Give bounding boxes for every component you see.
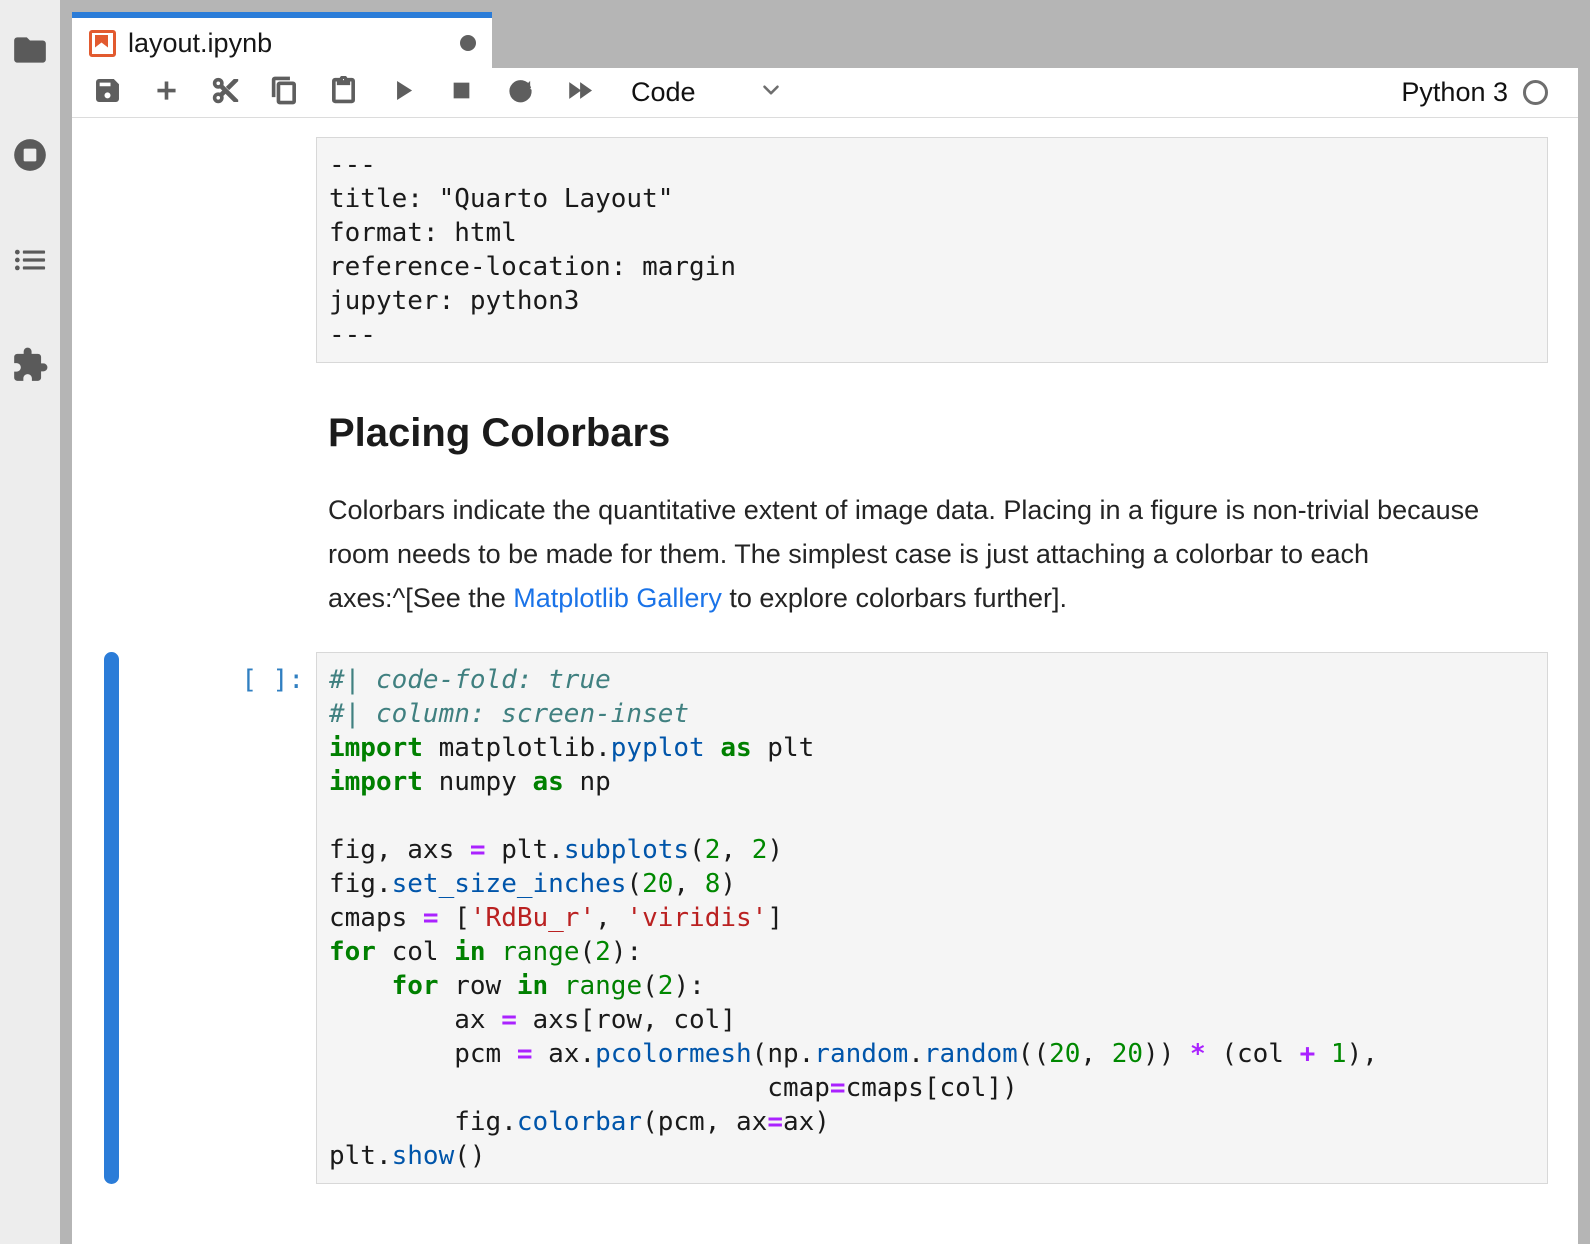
- cell-type-value: Code: [631, 77, 696, 108]
- notebook-toolbar: Code Python 3: [72, 68, 1578, 118]
- jupyterlab-window: layout.ipynb: [0, 0, 1590, 1244]
- code-cell-editor[interactable]: #| code-fold: true#| column: screen-inse…: [316, 652, 1548, 1184]
- markdown-paragraph: Colorbars indicate the quantitative exte…: [328, 488, 1536, 620]
- stop-icon: [447, 76, 476, 110]
- raw-cell-prompt: [119, 137, 316, 363]
- restart-kernel-button[interactable]: [491, 71, 550, 115]
- kernel-name[interactable]: Python 3: [1401, 77, 1508, 108]
- kernel-status-icon[interactable]: [1523, 80, 1548, 105]
- code-cell: [ ]: #| code-fold: true#| column: screen…: [104, 652, 1548, 1184]
- document-tabbar: layout.ipynb: [72, 12, 1578, 68]
- raw-cell-collapser[interactable]: [104, 137, 119, 363]
- markdown-cell-prompt: [119, 411, 316, 620]
- running-sessions-icon: [11, 136, 49, 179]
- fast-forward-icon: [565, 76, 594, 110]
- run-cell-button[interactable]: [373, 71, 432, 115]
- main-panel: layout.ipynb: [72, 0, 1578, 1244]
- markdown-cell-collapser[interactable]: [104, 411, 119, 620]
- panel-divider[interactable]: [60, 0, 72, 1244]
- notebook-scroll-area[interactable]: ---title: "Quarto Layout"format: htmlref…: [72, 118, 1578, 1244]
- save-icon: [93, 76, 122, 110]
- raw-cell: ---title: "Quarto Layout"format: htmlref…: [104, 137, 1548, 363]
- cell-type-dropdown[interactable]: Code: [631, 77, 784, 108]
- matplotlib-gallery-link[interactable]: Matplotlib Gallery: [513, 583, 722, 613]
- chevron-down-icon: [696, 77, 784, 108]
- folder-icon: [11, 31, 49, 74]
- unsaved-changes-indicator[interactable]: [460, 35, 476, 51]
- window-right-strip: [1578, 0, 1590, 1244]
- paste-cells-button[interactable]: [314, 71, 373, 115]
- table-of-contents-icon: [11, 241, 49, 284]
- scissors-icon: [211, 76, 240, 110]
- raw-cell-editor[interactable]: ---title: "Quarto Layout"format: htmlref…: [316, 137, 1548, 363]
- play-icon: [388, 76, 417, 110]
- table-of-contents-tab[interactable]: [11, 243, 49, 281]
- code-cell-prompt: [ ]:: [119, 652, 316, 1184]
- notebook-icon: [89, 30, 116, 57]
- copy-icon: [270, 76, 299, 110]
- activity-sidebar: [0, 0, 60, 1244]
- section-heading: Placing Colorbars: [328, 411, 1536, 456]
- interrupt-kernel-button[interactable]: [432, 71, 491, 115]
- markdown-cell: Placing Colorbars Colorbars indicate the…: [104, 411, 1548, 620]
- run-all-cells-button[interactable]: [550, 71, 609, 115]
- save-button[interactable]: [78, 71, 137, 115]
- extensions-icon: [11, 346, 49, 389]
- restart-icon: [506, 76, 535, 110]
- code-cell-collapser[interactable]: [104, 652, 119, 1184]
- insert-cell-button[interactable]: [137, 71, 196, 115]
- tab-title: layout.ipynb: [128, 28, 448, 59]
- window-top-strip: [72, 0, 1578, 12]
- file-browser-tab[interactable]: [11, 33, 49, 71]
- toolbar-kernel-area: Python 3: [1401, 77, 1578, 108]
- cut-cells-button[interactable]: [196, 71, 255, 115]
- plus-icon: [152, 76, 181, 110]
- copy-cells-button[interactable]: [255, 71, 314, 115]
- extensions-tab[interactable]: [11, 348, 49, 386]
- markdown-rendered-body[interactable]: Placing Colorbars Colorbars indicate the…: [316, 411, 1548, 620]
- tab-layout-ipynb[interactable]: layout.ipynb: [72, 12, 492, 68]
- clipboard-icon: [329, 76, 358, 110]
- running-sessions-tab[interactable]: [11, 138, 49, 176]
